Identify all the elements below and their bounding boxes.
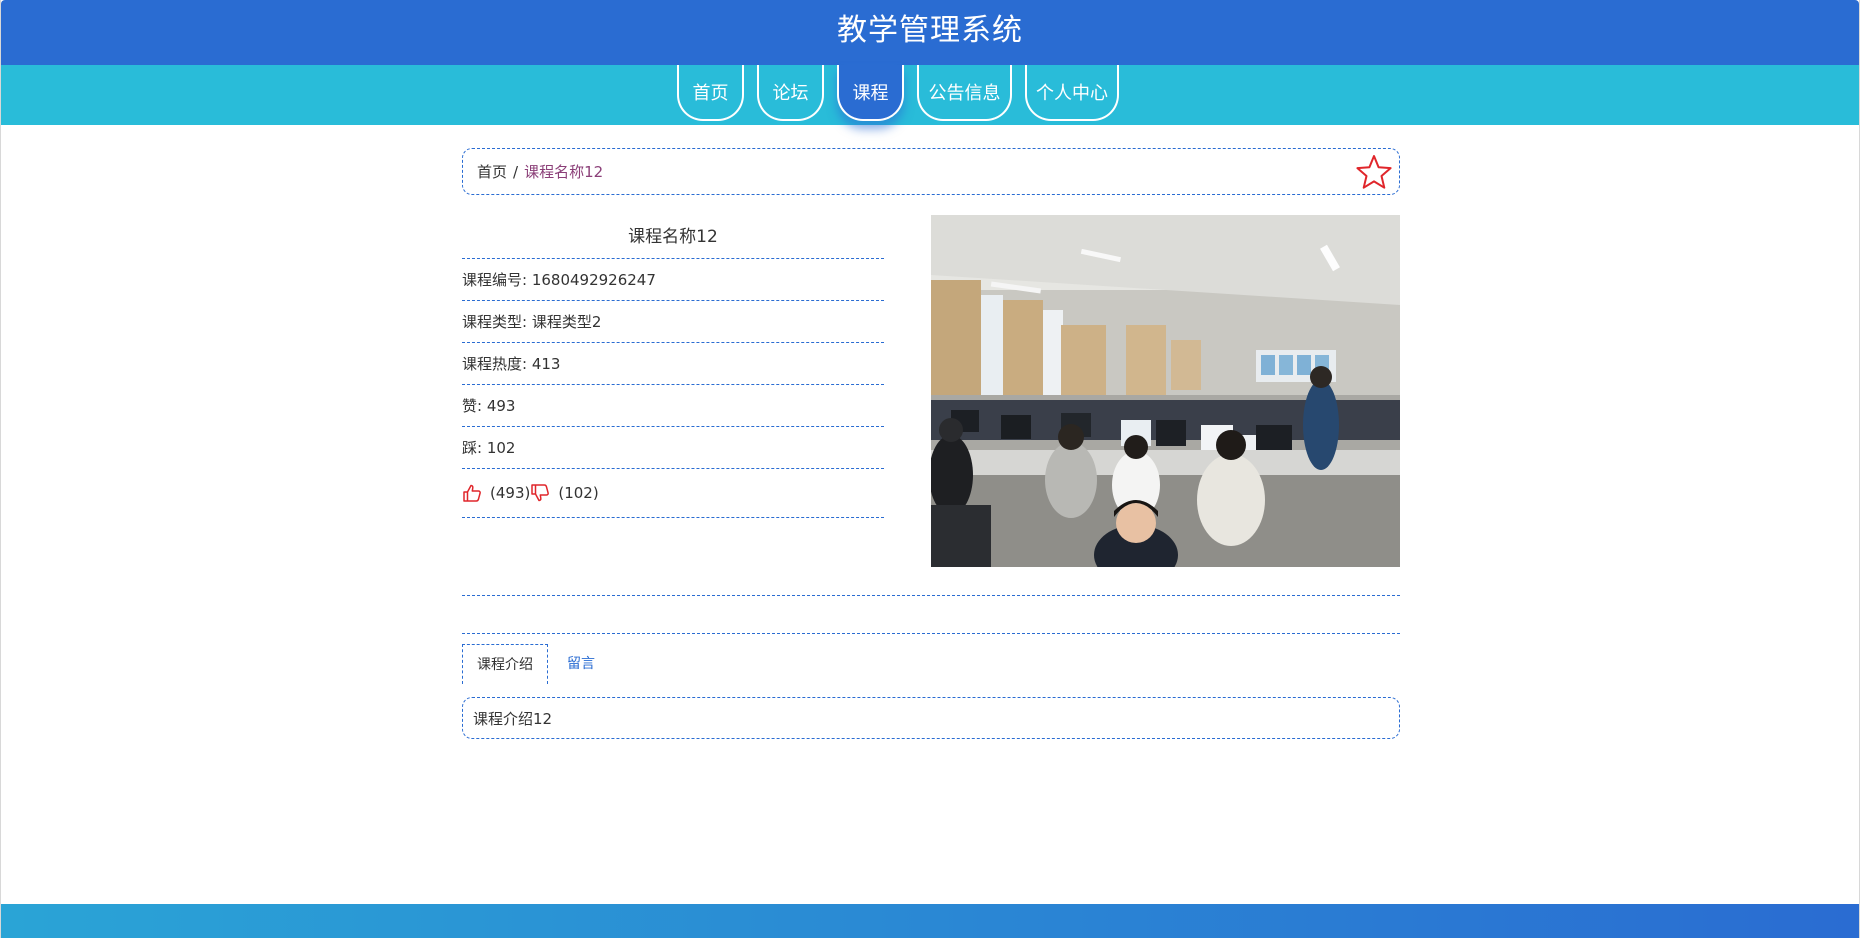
intro-content: 课程介绍12	[462, 697, 1400, 739]
dislike-count: (102)	[558, 484, 599, 502]
breadcrumb: 首页 / 课程名称12	[462, 148, 1400, 195]
nav-item-label: 课程	[852, 83, 889, 104]
classroom-photo	[931, 215, 1400, 567]
course-name: 课程名称12	[462, 215, 884, 259]
section-divider	[462, 633, 1400, 634]
section-divider	[462, 595, 1400, 596]
course-likes: 赞: 493	[462, 385, 884, 427]
nav-item-label: 公告信息	[928, 83, 1001, 104]
intro-text: 课程介绍12	[473, 709, 553, 728]
app-header: 教学管理系统	[1, 0, 1859, 65]
nav-bar: 首页 论坛 课程 公告信息 个人中心	[1, 65, 1859, 125]
course-dislikes: 踩: 102	[462, 427, 884, 469]
breadcrumb-current: 课程名称12	[524, 163, 604, 181]
thumbs-up-icon	[463, 484, 481, 502]
course-number: 课程编号: 1680492926247	[462, 259, 884, 301]
like-count: (493)	[490, 484, 531, 502]
nav-menu: 首页 论坛 课程 公告信息 个人中心	[677, 65, 1132, 125]
nav-item-profile[interactable]: 个人中心	[1025, 65, 1119, 121]
course-detail: 课程名称12 课程编号: 1680492926247 课程类型: 课程类型2 课…	[462, 215, 1400, 567]
thumbs-down-icon	[531, 484, 550, 502]
course-heat: 课程热度: 413	[462, 343, 884, 385]
footer-bar	[1, 904, 1859, 938]
nav-item-label: 个人中心	[1036, 83, 1108, 104]
course-type: 课程类型: 课程类型2	[462, 301, 884, 343]
page: 教学管理系统 首页 论坛 课程 公告信息 个人中心 首页 / 课程名称12 课程…	[0, 0, 1860, 938]
nav-item-courses[interactable]: 课程	[837, 65, 904, 121]
nav-item-forum[interactable]: 论坛	[757, 65, 824, 121]
breadcrumb-separator: /	[513, 162, 519, 181]
course-info: 课程名称12 课程编号: 1680492926247 课程类型: 课程类型2 课…	[462, 215, 884, 518]
app-title: 教学管理系统	[837, 13, 1023, 48]
nav-item-announcements[interactable]: 公告信息	[917, 65, 1012, 121]
tab-comments[interactable]: 留言	[548, 644, 609, 684]
like-button[interactable]: (493)	[462, 483, 530, 503]
nav-item-label: 首页	[692, 83, 729, 104]
detail-tabs: 课程介绍 留言	[462, 644, 1400, 684]
main-content: 首页 / 课程名称12 课程名称12 课程编号: 1680492926247 课…	[462, 148, 1400, 739]
course-image	[931, 215, 1400, 567]
nav-item-label: 论坛	[772, 83, 809, 104]
vote-row: (493) (102)	[462, 469, 884, 518]
tab-intro[interactable]: 课程介绍	[462, 644, 548, 684]
nav-item-home[interactable]: 首页	[677, 65, 744, 121]
dislike-button[interactable]: (102)	[530, 483, 599, 503]
star-outline-icon[interactable]	[1355, 153, 1393, 191]
breadcrumb-home-link[interactable]: 首页	[477, 161, 507, 182]
